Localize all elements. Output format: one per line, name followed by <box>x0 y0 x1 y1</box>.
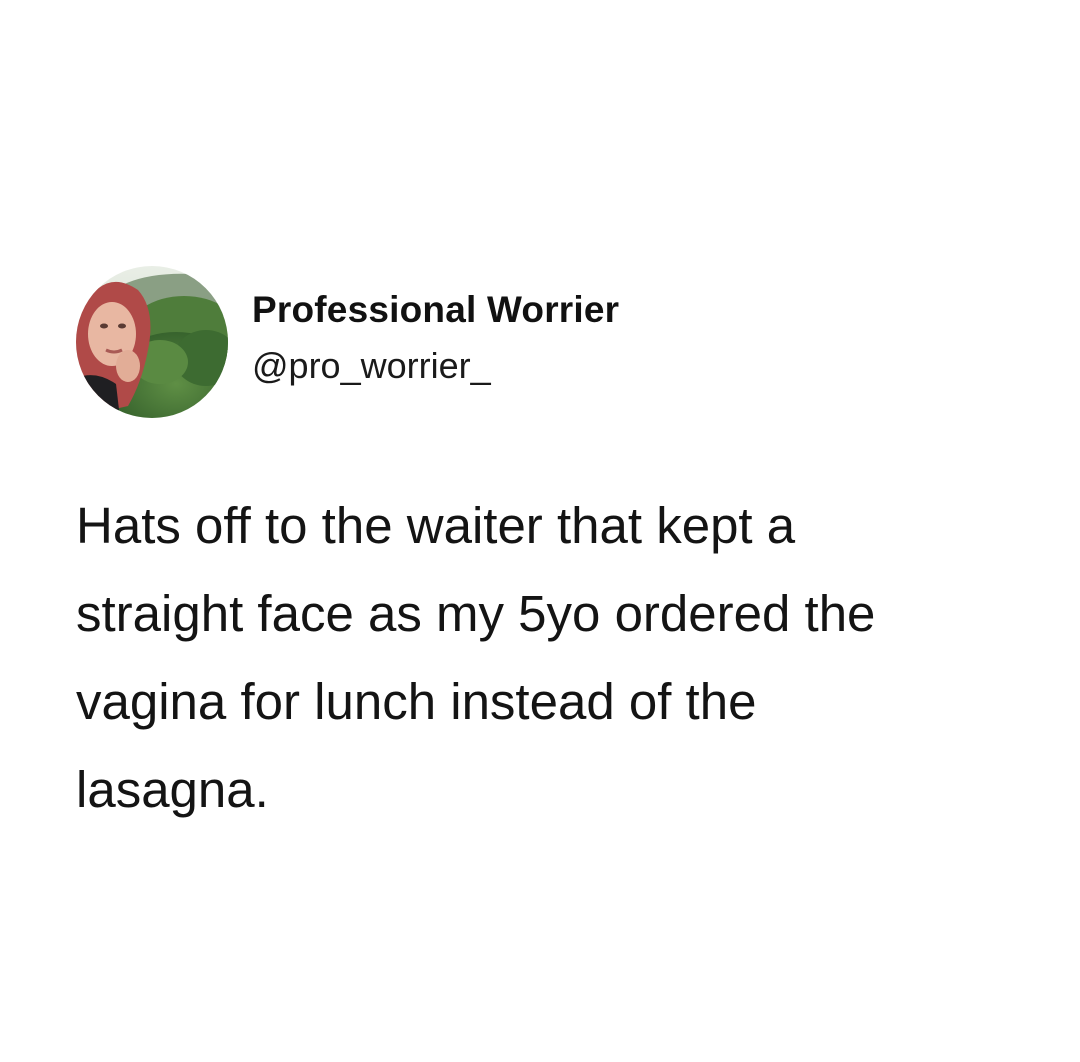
tweet-text: Hats off to the waiter that kept a strai… <box>76 482 1056 834</box>
tweet-text-line: lasagna. <box>76 761 269 818</box>
tweet-text-line: straight face as my 5yo ordered the <box>76 585 876 642</box>
avatar-photo <box>76 266 228 418</box>
tweet-card: Professional Worrier @pro_worrier_ Hats … <box>0 0 1080 1062</box>
display-name[interactable]: Professional Worrier <box>252 288 619 332</box>
tweet-text-line: vagina for lunch instead of the <box>76 673 757 730</box>
user-handle[interactable]: @pro_worrier_ <box>252 344 491 388</box>
avatar[interactable] <box>76 266 228 418</box>
tweet-text-line: Hats off to the waiter that kept a <box>76 497 796 554</box>
